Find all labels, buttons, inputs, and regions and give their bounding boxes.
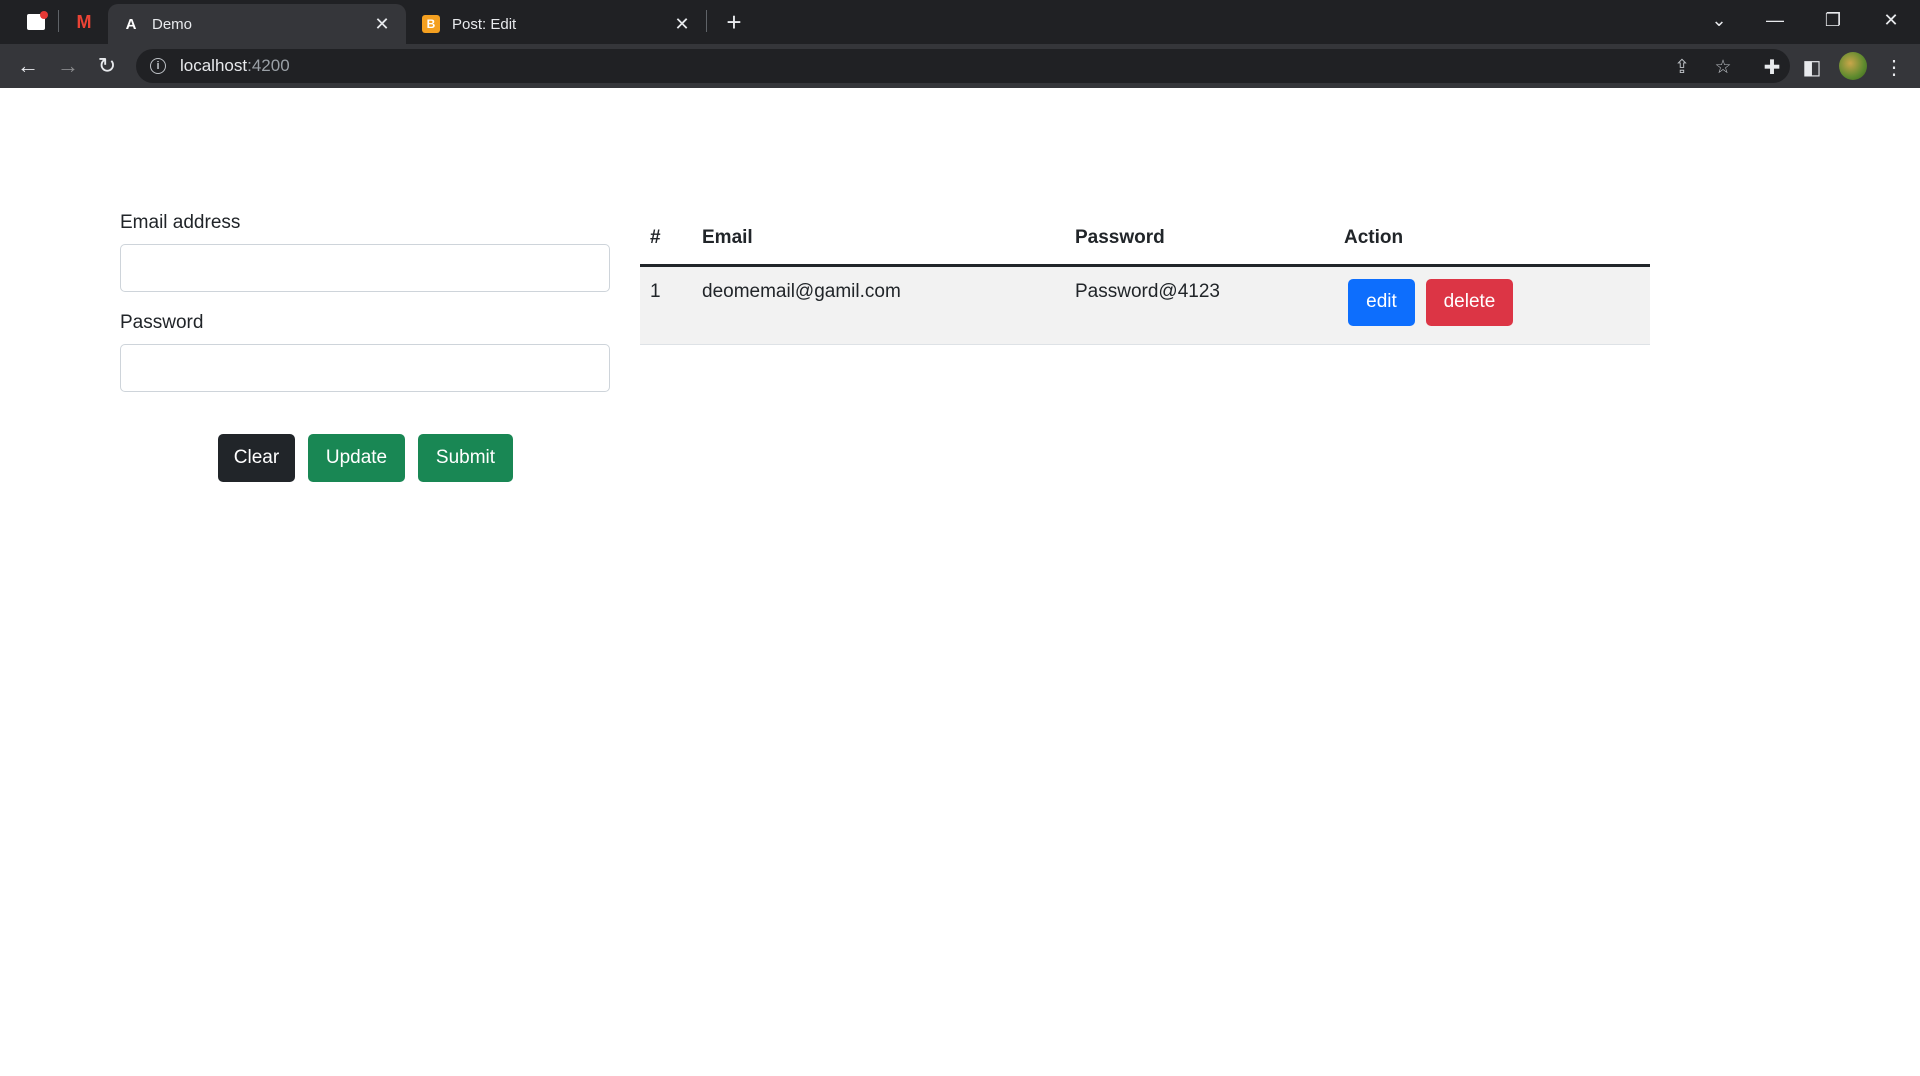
users-table: # Email Password Action 1 deomemail@gami… (640, 212, 1650, 345)
edit-button[interactable]: edit (1348, 278, 1415, 326)
bookmark-button[interactable]: ☆ (1711, 56, 1735, 78)
restore-button[interactable]: ❐ (1810, 0, 1856, 40)
share-button[interactable]: ⇪ (1670, 56, 1694, 78)
url-port: :4200 (247, 56, 290, 75)
side-panel-button[interactable]: ◧ (1798, 54, 1826, 80)
close-icon: ✕ (1883, 9, 1899, 30)
angular-icon: A (125, 15, 137, 33)
star-icon: ☆ (1714, 56, 1732, 78)
tab-separator (58, 10, 59, 32)
update-button[interactable]: Update (308, 434, 405, 482)
form-actions: Clear Update Submit (218, 434, 513, 482)
back-button[interactable]: ← (12, 50, 44, 82)
tab-strip: M A Demo ✕ B Post: Edit ✕ + ⌄ — ❐ ✕ (0, 0, 1920, 44)
cell-password: Password@4123 (1065, 265, 1334, 345)
close-icon[interactable]: ✕ (372, 14, 392, 34)
share-icon: ⇪ (1674, 56, 1690, 78)
minimize-icon: — (1766, 9, 1784, 30)
pinned-tab-gmail[interactable]: M (64, 0, 104, 44)
tab-post-edit[interactable]: B Post: Edit ✕ (408, 4, 706, 44)
tab-title: Post: Edit (452, 15, 517, 33)
tab-title: Demo (152, 15, 193, 33)
user-form: Email address Password (120, 212, 610, 412)
forward-button[interactable]: → (52, 50, 84, 82)
tab-demo[interactable]: A Demo ✕ (108, 4, 406, 44)
cell-index: 1 (640, 265, 692, 345)
url-host: localhost (180, 56, 248, 75)
submit-button[interactable]: Submit (418, 434, 513, 482)
password-label: Password (120, 312, 204, 333)
password-field[interactable] (120, 344, 610, 392)
cell-actions: edit delete (1334, 265, 1650, 345)
close-icon[interactable]: ✕ (672, 14, 692, 34)
app-icon (27, 11, 48, 30)
column-header-action: Action (1334, 212, 1650, 267)
info-icon[interactable]: i (150, 58, 166, 74)
tab-separator (706, 10, 707, 32)
side-panel-icon: ◧ (1802, 56, 1822, 79)
reload-icon: ↻ (97, 53, 117, 78)
column-header-email: Email (692, 212, 1065, 267)
avatar[interactable] (1839, 52, 1867, 80)
delete-button[interactable]: delete (1426, 278, 1513, 326)
table-row: 1 deomemail@gamil.com Password@4123 edit… (640, 265, 1650, 345)
address-bar[interactable]: i localhost:4200 (136, 49, 1790, 83)
blogger-icon: B (422, 15, 440, 33)
restore-icon: ❐ (1824, 9, 1842, 30)
column-header-index: # (640, 212, 692, 267)
minimize-button[interactable]: — (1752, 0, 1798, 40)
table-header-row: # Email Password Action (640, 212, 1650, 267)
close-window-button[interactable]: ✕ (1868, 0, 1914, 40)
tab-search-button[interactable]: ⌄ (1696, 0, 1742, 40)
menu-button[interactable]: ⋮ (1880, 54, 1908, 80)
gmail-icon: M (76, 11, 92, 32)
chevron-down-icon: ⌄ (1711, 9, 1727, 30)
extensions-button[interactable]: ✚ (1758, 54, 1786, 80)
new-tab-button[interactable]: + (722, 7, 746, 37)
reload-button[interactable]: ↻ (91, 50, 123, 82)
clear-button[interactable]: Clear (218, 434, 295, 482)
column-header-password: Password (1065, 212, 1334, 267)
pinned-tab-1[interactable] (16, 0, 56, 44)
page-content: Email address Password Clear Update Subm… (0, 88, 1920, 1076)
email-field[interactable] (120, 244, 610, 292)
kebab-menu-icon: ⋮ (1884, 56, 1904, 79)
email-label: Email address (120, 212, 241, 233)
arrow-right-icon: → (57, 53, 79, 78)
puzzle-icon: ✚ (1763, 56, 1781, 79)
cell-email: deomemail@gamil.com (692, 265, 1065, 345)
arrow-left-icon: ← (17, 53, 39, 78)
browser-toolbar: ← → ↻ i localhost:4200 ⇪ ☆ ✚ ◧ ⋮ (0, 44, 1920, 88)
